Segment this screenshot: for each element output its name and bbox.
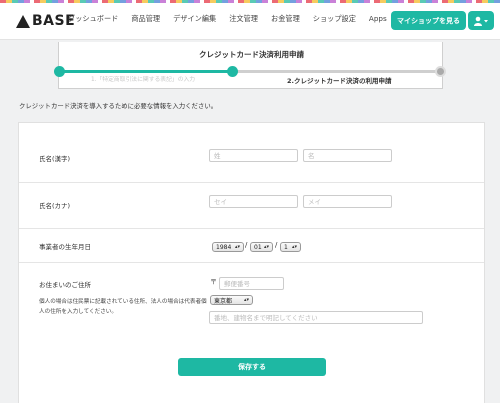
- chevron-updown-icon: ▴▾: [234, 244, 240, 250]
- address-note: 個人の場合は住民票に記載されている住所、法人の場合は代表者個人の住所を入力してく…: [39, 299, 207, 315]
- progress-track: [60, 70, 442, 73]
- prefecture-select[interactable]: 東京都 ▴▾: [210, 295, 253, 305]
- step-2-marker: [227, 66, 238, 77]
- nav-money[interactable]: お金管理: [271, 14, 300, 24]
- top-header: BASE ダッシュボード 商品管理 デザイン編集 注文管理 お金管理 ショップ設…: [0, 0, 500, 40]
- birthdate-label: 事業者の生年月日: [39, 243, 91, 251]
- postal-code-input[interactable]: [219, 277, 284, 290]
- application-progress: クレジットカード決済利用申請 1.「特定商取引法に関する表記」の入力 2.クレジ…: [54, 42, 446, 89]
- birth-month-value: 01: [254, 243, 262, 251]
- birth-day-select[interactable]: 1 ▴▾: [280, 242, 301, 252]
- first-name-kanji-input[interactable]: [303, 149, 392, 162]
- step-1-label: 1.「特定商取引法に関する表記」の入力: [91, 77, 196, 83]
- birth-year-value: 1984: [216, 243, 232, 251]
- step-2-label: 2.クレジットカード決済の利用申請: [287, 77, 392, 85]
- base-logo[interactable]: BASE: [16, 12, 75, 30]
- header-decoration: [0, 0, 500, 3]
- view-myshop-button[interactable]: マイショップを見る: [391, 11, 466, 30]
- nav-shop-settings[interactable]: ショップ設定: [313, 14, 356, 24]
- nav-design[interactable]: デザイン編集: [173, 14, 216, 24]
- progress-fill: [60, 70, 232, 73]
- birth-year-select[interactable]: 1984 ▴▾: [212, 242, 244, 252]
- logo-triangle-icon: [16, 14, 30, 28]
- step-end-marker: [435, 66, 446, 77]
- credit-application-form: 氏名(漢字) 氏名(カナ) 事業者の生年月日 1984 ▴▾ / 01 ▴▾ /…: [18, 122, 485, 403]
- address-label: お住まいのご住所: [39, 281, 91, 289]
- birth-day-value: 1: [284, 243, 288, 251]
- row-address: お住まいのご住所 個人の場合は住民票に記載されている住所、法人の場合は代表者個人…: [19, 263, 484, 339]
- first-name-kana-input[interactable]: [303, 195, 392, 208]
- chevron-updown-icon: ▴▾: [243, 297, 249, 303]
- date-separator: /: [275, 241, 278, 249]
- row-name-kanji: 氏名(漢字): [19, 123, 484, 183]
- birth-month-select[interactable]: 01 ▴▾: [250, 242, 273, 252]
- prefecture-value: 東京都: [214, 297, 233, 305]
- user-icon: [474, 16, 488, 26]
- nav-apps[interactable]: Apps: [369, 14, 387, 24]
- row-birthdate: 事業者の生年月日 1984 ▴▾ / 01 ▴▾ / 1 ▴▾: [19, 229, 484, 263]
- nav-dashboard[interactable]: ダッシュボード: [68, 14, 118, 24]
- row-name-kana: 氏名(カナ): [19, 183, 484, 229]
- progress-title: クレジットカード決済利用申請: [199, 50, 304, 59]
- chevron-updown-icon: ▴▾: [291, 244, 297, 250]
- nav-products[interactable]: 商品管理: [131, 14, 160, 24]
- street-address-input[interactable]: [209, 311, 423, 324]
- last-name-kana-input[interactable]: [209, 195, 298, 208]
- name-kanji-label: 氏名(漢字): [39, 155, 71, 163]
- nav-orders[interactable]: 注文管理: [229, 14, 258, 24]
- date-separator: /: [245, 241, 248, 249]
- main-nav: ダッシュボード 商品管理 デザイン編集 注文管理 お金管理 ショップ設定 App…: [68, 14, 400, 24]
- last-name-kanji-input[interactable]: [209, 149, 298, 162]
- user-menu-button[interactable]: [468, 11, 494, 30]
- chevron-updown-icon: ▴▾: [263, 244, 269, 250]
- name-kana-label: 氏名(カナ): [39, 202, 71, 210]
- intro-text: クレジットカード決済を導入するために必要な情報を入力ください。: [19, 102, 218, 110]
- postal-mark: 〒: [210, 278, 217, 286]
- save-button[interactable]: 保存する: [178, 358, 326, 376]
- step-1-marker: [54, 66, 65, 77]
